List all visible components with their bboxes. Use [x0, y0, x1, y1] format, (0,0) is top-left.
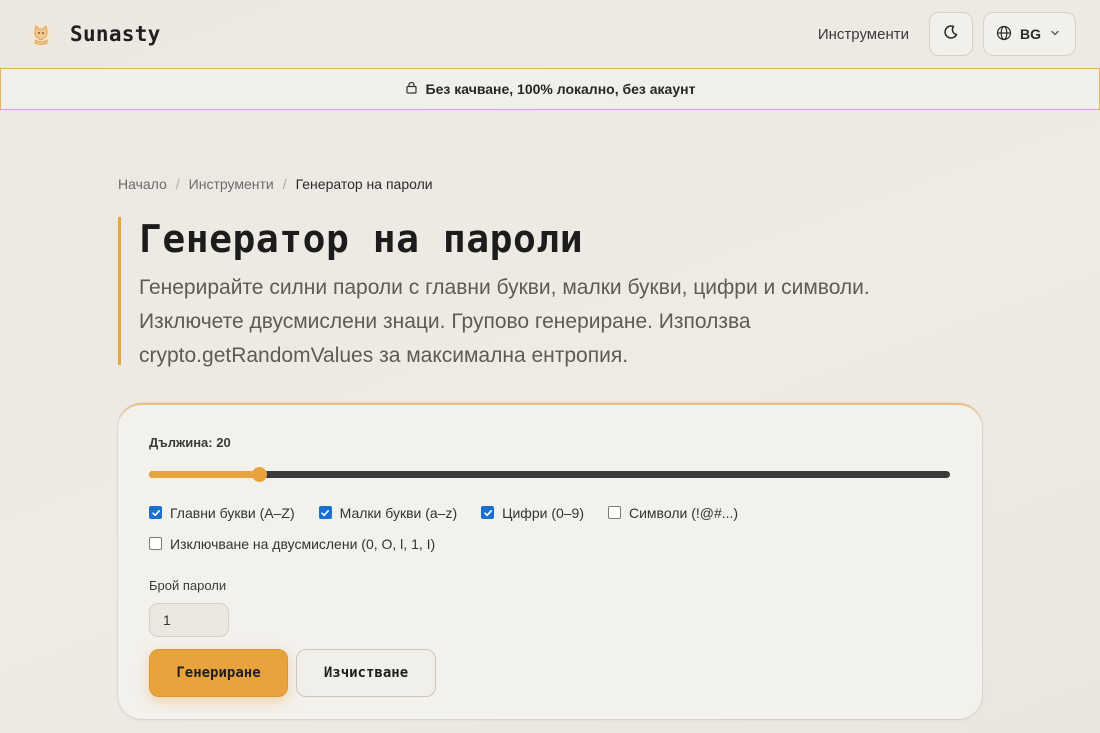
lock-icon [405, 81, 418, 97]
option-label: Символи (!@#...) [629, 504, 739, 521]
character-options: Главни букви (A–Z) Малки букви (a–z) Циф… [149, 504, 950, 552]
length-label: Дължина: 20 [149, 435, 231, 450]
slider-fill [149, 471, 259, 478]
brand[interactable]: Sunasty [26, 19, 161, 49]
header-nav: Инструменти BG [818, 12, 1076, 56]
option-label: Малки букви (a–z) [339, 504, 458, 521]
checkbox[interactable] [149, 537, 162, 550]
form-actions: Генериране Изчистване [149, 649, 951, 697]
breadcrumb-current: Генератор на пароли [295, 176, 433, 192]
breadcrumb-tools[interactable]: Инструменти [189, 176, 274, 192]
option-uppercase[interactable]: Главни букви (A–Z) [149, 504, 295, 521]
slider-track [149, 471, 950, 478]
page-title: Генератор на пароли [139, 217, 584, 261]
checkbox[interactable] [481, 506, 495, 519]
option-symbols[interactable]: Символи (!@#...) [608, 504, 738, 521]
globe-icon [996, 25, 1012, 44]
breadcrumb-separator: / [175, 176, 180, 192]
checkbox[interactable] [608, 506, 621, 519]
theme-toggle-button[interactable] [929, 12, 973, 56]
generator-card: Дължина: 20 Главни букви (A–Z) Малки бук… [118, 403, 982, 719]
privacy-banner: Без качване, 100% локално, без акаунт [0, 68, 1100, 110]
moon-icon [943, 24, 959, 45]
count-label: Брой пароли [149, 578, 227, 593]
generate-button[interactable]: Генериране [149, 649, 288, 697]
option-label: Главни букви (A–Z) [170, 504, 295, 521]
page-description: Генерирайте силни пароли с главни букви,… [139, 276, 870, 367]
brand-name: Sunasty [70, 22, 161, 46]
clear-button[interactable]: Изчистване [296, 649, 436, 697]
banner-text: Без качване, 100% локално, без акаунт [425, 81, 696, 97]
count-input[interactable] [149, 603, 229, 637]
cat-logo-icon [26, 19, 56, 49]
breadcrumb-home[interactable]: Начало [118, 176, 167, 192]
top-header: Sunasty Инструменти BG [0, 0, 1100, 68]
breadcrumb: Начало / Инструменти / Генератор на паро… [118, 176, 433, 192]
language-select[interactable]: BG [983, 12, 1076, 56]
page-hero: Генератор на пароли Генерирайте силни па… [118, 217, 898, 367]
option-exclude-ambiguous[interactable]: Изключване на двусмислени (0, O, l, 1, I… [149, 535, 926, 552]
checkbox[interactable] [318, 506, 332, 519]
option-lowercase[interactable]: Малки букви (a–z) [318, 504, 458, 521]
length-slider[interactable] [149, 466, 950, 482]
option-label: Изключване на двусмислени (0, O, l, 1, I… [170, 535, 436, 552]
chevron-down-icon [1049, 26, 1061, 42]
slider-thumb[interactable] [251, 467, 267, 482]
breadcrumb-separator: / [282, 176, 287, 192]
checkbox[interactable] [149, 506, 162, 519]
nav-link-tools[interactable]: Инструменти [818, 26, 909, 43]
language-code: BG [1020, 26, 1041, 42]
option-label: Цифри (0–9) [502, 504, 584, 521]
option-digits[interactable]: Цифри (0–9) [481, 504, 584, 521]
